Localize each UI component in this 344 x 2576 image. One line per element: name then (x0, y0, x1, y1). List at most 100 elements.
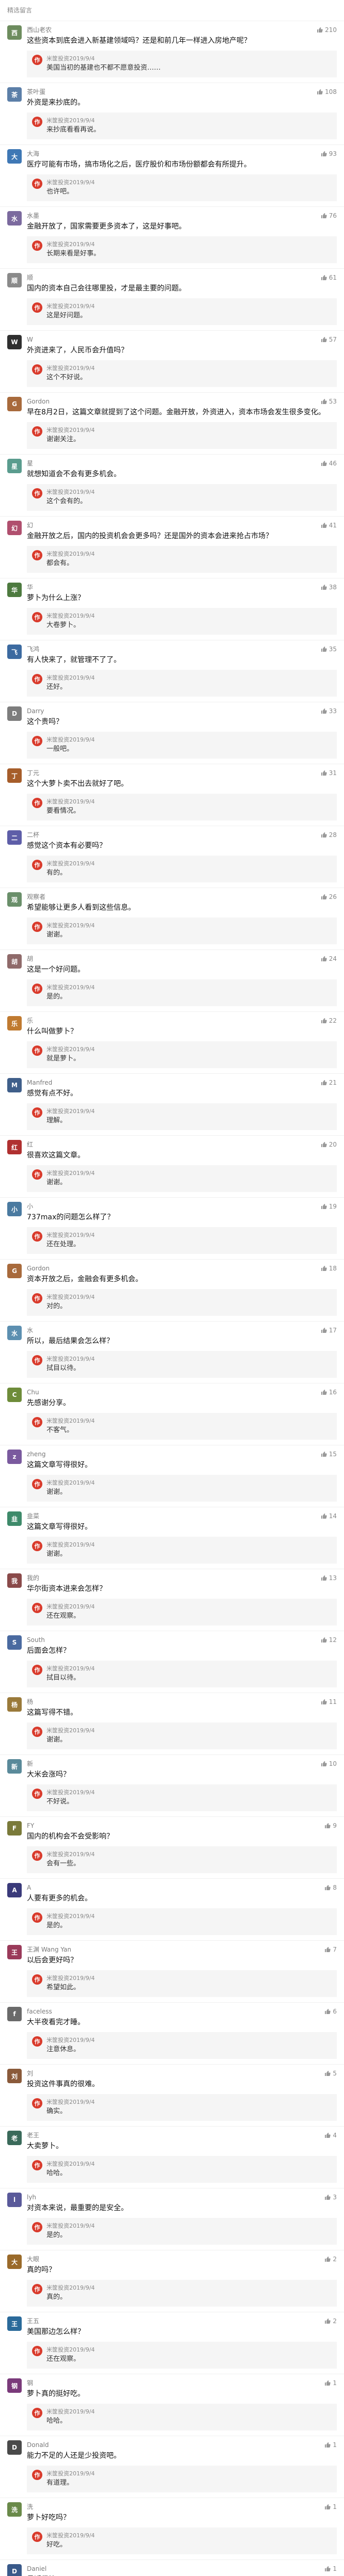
thumb-up-icon (321, 956, 327, 962)
avatar[interactable]: 水 (7, 1326, 22, 1340)
avatar[interactable]: 老 (7, 2131, 22, 2145)
avatar[interactable]: 茶 (7, 87, 22, 102)
avatar[interactable]: D (7, 2440, 22, 2455)
avatar[interactable]: M (7, 1078, 22, 1092)
avatar[interactable]: 杨 (7, 1697, 22, 1712)
like-button[interactable]: 35 (321, 646, 337, 653)
like-button[interactable]: 28 (321, 831, 337, 839)
like-button[interactable]: 13 (321, 1574, 337, 1582)
like-button[interactable]: 2 (324, 2317, 337, 2325)
comment-body: 大眼 真的吗？ (27, 2255, 337, 2276)
like-button[interactable]: 53 (321, 398, 337, 405)
thumb-up-icon (321, 1080, 327, 1086)
avatar[interactable]: 幻 (7, 521, 22, 535)
comment-header: S South 后面会怎样？ (7, 1635, 337, 1656)
avatar[interactable]: 二 (7, 830, 22, 845)
avatar[interactable]: 华 (7, 583, 22, 597)
like-button[interactable]: 24 (321, 955, 337, 962)
avatar[interactable]: D (7, 706, 22, 721)
avatar[interactable]: 西 (7, 25, 22, 40)
like-button[interactable]: 1 (324, 2441, 337, 2449)
like-button[interactable]: 9 (324, 1822, 337, 1829)
avatar[interactable]: G (7, 397, 22, 411)
avatar[interactable]: 大 (7, 2255, 22, 2269)
avatar[interactable]: 红 (7, 1140, 22, 1154)
like-button[interactable]: 5 (324, 2070, 337, 2077)
avatar[interactable]: l (7, 2193, 22, 2207)
like-button[interactable]: 2 (324, 2256, 337, 2263)
avatar[interactable]: 观 (7, 892, 22, 907)
like-button[interactable]: 15 (321, 1451, 337, 1458)
avatar[interactable]: 王 (7, 2316, 22, 2331)
like-button[interactable]: 14 (321, 1512, 337, 1520)
like-button[interactable]: 19 (321, 1203, 337, 1210)
reply-body: 米筐投资2019/9/4 哈哈。 (46, 2408, 332, 2426)
comment-item: 王王五 美国那边怎么样？ 2 作米筐投资2019/9/4 还在观察。 (0, 2312, 344, 2374)
like-button[interactable]: 33 (321, 707, 337, 715)
comment-text: 感觉有点不好。 (27, 1089, 77, 1098)
author-badge-icon: 作 (32, 488, 42, 498)
avatar[interactable]: 大 (7, 149, 22, 164)
like-button[interactable]: 12 (321, 1636, 337, 1644)
like-button[interactable]: 210 (317, 26, 337, 34)
like-button[interactable]: 21 (321, 1079, 337, 1086)
avatar[interactable]: 洗 (7, 2502, 22, 2517)
avatar[interactable]: 乐 (7, 1016, 22, 1031)
reply-author-name: 米筐投资2019/9/4 (46, 2346, 95, 2353)
comment-header: f faceless 大半夜看完才睡。 (7, 2007, 337, 2028)
like-button[interactable]: 1 (324, 2565, 337, 2572)
avatar[interactable]: f (7, 2007, 22, 2021)
like-button[interactable]: 57 (321, 336, 337, 343)
reply-body: 米筐投资2019/9/4 这个会有的。 (46, 488, 332, 507)
avatar[interactable]: 顺 (7, 273, 22, 287)
avatar[interactable]: 新 (7, 1759, 22, 1774)
avatar[interactable]: 丁 (7, 768, 22, 783)
avatar[interactable]: 钢 (7, 2378, 22, 2393)
like-button[interactable]: 26 (321, 893, 337, 900)
avatar[interactable]: S (7, 1635, 22, 1650)
avatar[interactable]: 水 (7, 211, 22, 226)
avatar[interactable]: 刘 (7, 2069, 22, 2083)
like-button[interactable]: 31 (321, 769, 337, 777)
like-button[interactable]: 108 (317, 88, 337, 95)
like-button[interactable]: 46 (321, 460, 337, 467)
avatar[interactable]: 王 (7, 1945, 22, 1959)
like-button[interactable]: 20 (321, 1141, 337, 1148)
like-button[interactable]: 11 (321, 1698, 337, 1705)
avatar[interactable]: F (7, 1821, 22, 1836)
avatar[interactable]: 韭 (7, 1511, 22, 1526)
reply-author-name: 米筐投资2019/9/4 (46, 1727, 95, 1734)
like-button[interactable]: 41 (321, 522, 337, 529)
like-button[interactable]: 1 (324, 2503, 337, 2510)
like-button[interactable]: 22 (321, 1017, 337, 1024)
avatar[interactable]: G (7, 1264, 22, 1278)
like-button[interactable]: 1 (324, 2379, 337, 2387)
like-button[interactable]: 17 (321, 1327, 337, 1334)
like-button[interactable]: 16 (321, 1389, 337, 1396)
like-button[interactable]: 38 (321, 584, 337, 591)
avatar[interactable]: z (7, 1450, 22, 1464)
like-button[interactable]: 7 (324, 1946, 337, 1953)
like-button[interactable]: 3 (324, 2194, 337, 2201)
avatar[interactable]: 我 (7, 1573, 22, 1588)
avatar[interactable]: 飞 (7, 645, 22, 659)
like-count: 93 (329, 150, 337, 157)
like-button[interactable]: 93 (321, 150, 337, 157)
like-button[interactable]: 4 (324, 2132, 337, 2139)
comment-text: 早在8月2日，这篇文章就提到了这个问题。金融开放，外资进入，资本市场会发生很多变… (27, 408, 325, 416)
avatar[interactable]: C (7, 1388, 22, 1402)
like-button[interactable]: 18 (321, 1265, 337, 1272)
comment-header: 飞飞鸿 有人快来了，就管理不了了。 (7, 645, 337, 666)
avatar[interactable]: 小 (7, 1202, 22, 1216)
like-button[interactable]: 6 (324, 2008, 337, 2015)
avatar[interactable]: A (7, 1883, 22, 1897)
avatar[interactable]: 胡 (7, 954, 22, 969)
like-button[interactable]: 61 (321, 274, 337, 281)
like-button[interactable]: 76 (321, 212, 337, 219)
like-button[interactable]: 8 (324, 1884, 337, 1891)
avatar[interactable]: W (7, 335, 22, 349)
like-button[interactable]: 10 (321, 1760, 337, 1767)
avatar[interactable]: D (7, 2564, 22, 2576)
reply-author-name: 米筐投资2019/9/4 (46, 736, 95, 743)
avatar[interactable]: 星 (7, 459, 22, 473)
